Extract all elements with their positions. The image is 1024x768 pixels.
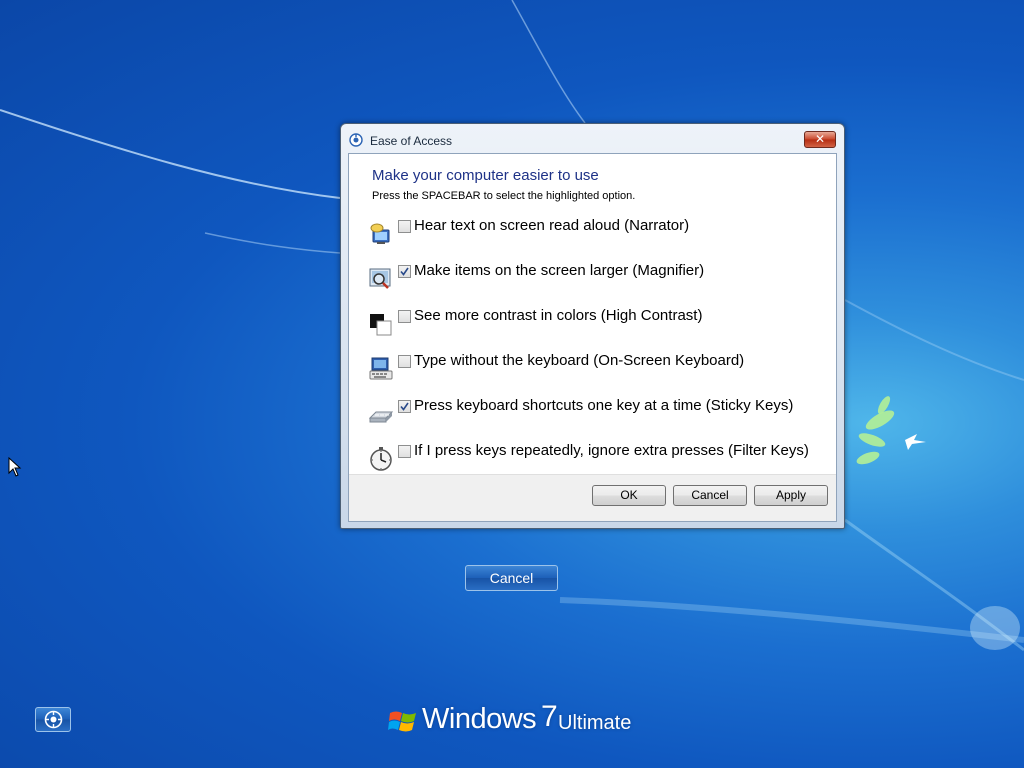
option-magnifier[interactable]: Make items on the screen larger (Magnifi… xyxy=(369,261,829,297)
dialog-heading: Make your computer easier to use xyxy=(372,167,599,184)
ease-of-access-button[interactable] xyxy=(35,707,71,732)
ease-of-access-dialog: Ease of Access ✕ Make your computer easi… xyxy=(340,123,845,529)
ok-button[interactable]: OK xyxy=(592,485,666,506)
option-filter-keys[interactable]: If I press keys repeatedly, ignore extra… xyxy=(369,441,829,477)
option-on-screen-keyboard[interactable]: Type without the keyboard (On-Screen Key… xyxy=(369,351,829,387)
on-screen-keyboard-icon xyxy=(369,357,393,380)
dialog-content: Make your computer easier to use Press t… xyxy=(348,153,837,522)
on-screen-keyboard-checkbox[interactable] xyxy=(398,355,411,368)
close-button[interactable]: ✕ xyxy=(804,131,836,148)
filter-keys-icon xyxy=(370,447,392,471)
instruction-text: Press the SPACEBAR to select the highlig… xyxy=(372,190,636,202)
windows-logo-icon xyxy=(388,711,416,732)
close-icon: ✕ xyxy=(814,132,826,146)
narrator-icon xyxy=(370,223,390,244)
option-narrator[interactable]: Hear text on screen read aloud (Narrator… xyxy=(369,216,829,252)
checkmark-icon xyxy=(400,267,409,276)
narrator-label: Hear text on screen read aloud (Narrator… xyxy=(414,217,690,234)
brand-product: Windows xyxy=(422,703,537,735)
on-screen-keyboard-label: Type without the keyboard (On-Screen Key… xyxy=(414,352,745,369)
brand-edition: Ultimate xyxy=(558,712,632,734)
ease-of-access-icon xyxy=(44,710,63,729)
ease-of-access-title-icon xyxy=(349,133,363,147)
filter-keys-label: If I press keys repeatedly, ignore extra… xyxy=(414,442,809,459)
sticky-keys-checkbox[interactable] xyxy=(398,400,411,413)
filter-keys-checkbox[interactable] xyxy=(398,445,411,458)
brand-version: 7 xyxy=(541,700,558,733)
high-contrast-icon xyxy=(370,314,392,336)
magnifier-label: Make items on the screen larger (Magnifi… xyxy=(414,262,705,279)
magnifier-icon xyxy=(369,268,391,289)
apply-button[interactable]: Apply xyxy=(754,485,828,506)
checkmark-icon xyxy=(400,402,409,411)
cancel-button[interactable]: Cancel xyxy=(673,485,747,506)
narrator-checkbox[interactable] xyxy=(398,220,411,233)
option-high-contrast[interactable]: See more contrast in colors (High Contra… xyxy=(369,306,829,342)
option-sticky-keys[interactable]: Press keyboard shortcuts one key at a ti… xyxy=(369,396,829,432)
mouse-cursor-icon xyxy=(8,457,22,477)
dialog-footer: OK Cancel Apply xyxy=(349,474,836,521)
dialog-title: Ease of Access xyxy=(370,134,453,148)
magnifier-checkbox[interactable] xyxy=(398,265,411,278)
logon-cancel-button[interactable]: Cancel xyxy=(465,565,558,591)
windows-branding: Windows 7 Ultimate xyxy=(388,700,648,743)
high-contrast-label: See more contrast in colors (High Contra… xyxy=(414,307,703,324)
high-contrast-checkbox[interactable] xyxy=(398,310,411,323)
title-bar[interactable]: Ease of Access ✕ xyxy=(341,124,844,153)
sticky-keys-icon xyxy=(369,411,393,423)
sticky-keys-label: Press keyboard shortcuts one key at a ti… xyxy=(414,397,794,414)
